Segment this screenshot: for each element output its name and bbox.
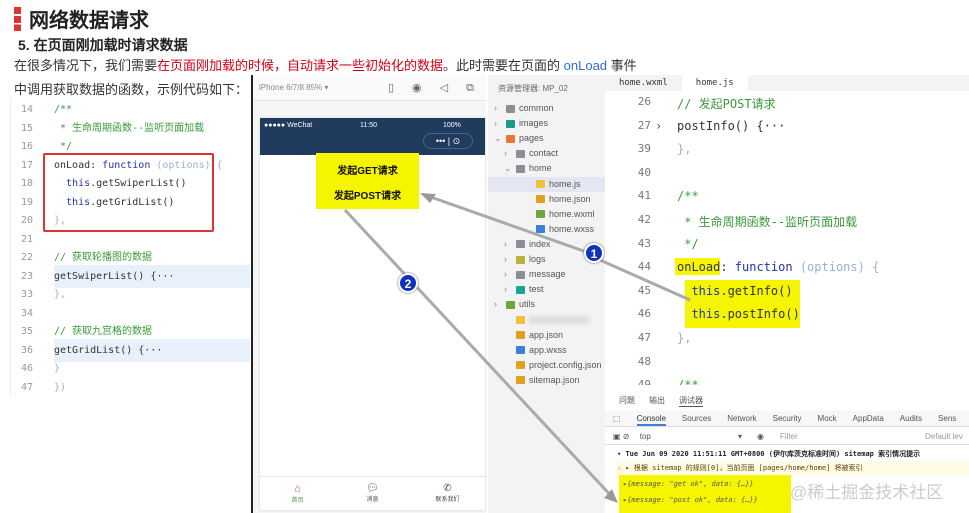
arrow-1 bbox=[424, 193, 596, 257]
step-badge-2: 2 bbox=[398, 273, 418, 293]
arrow-2 bbox=[343, 208, 617, 502]
annotation-arrows bbox=[343, 193, 691, 503]
watermark: @稀土掘金技术社区 bbox=[790, 483, 944, 502]
step-badge-1: 1 bbox=[584, 243, 604, 263]
arrow-1-tail bbox=[599, 258, 691, 302]
